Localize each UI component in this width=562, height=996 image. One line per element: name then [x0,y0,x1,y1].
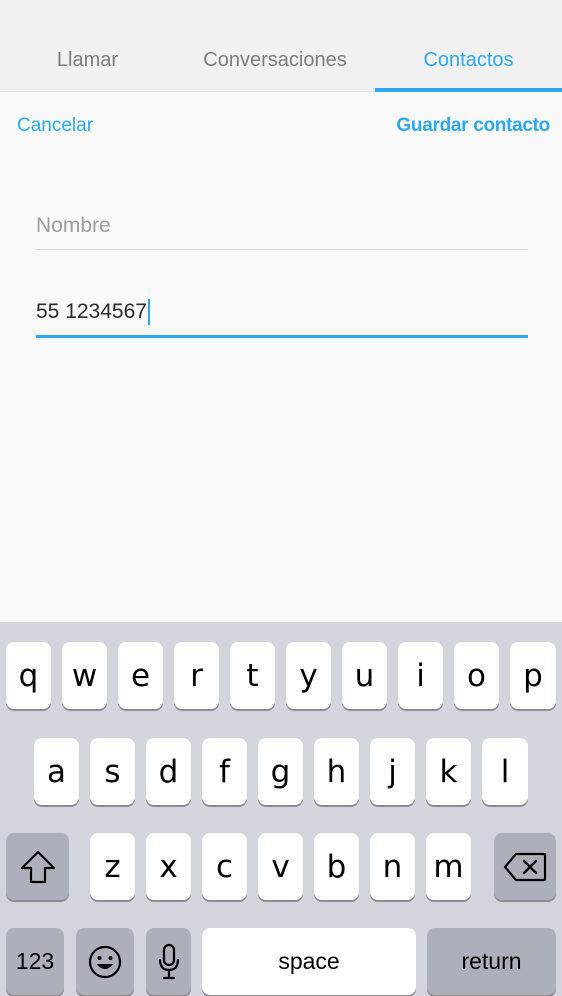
phone-value: 55 1234567 [36,300,147,323]
key-v[interactable]: v [258,833,303,900]
tab-label: Conversaciones [203,49,347,71]
shift-key[interactable] [6,833,69,900]
key-i[interactable]: i [398,642,443,709]
key-e[interactable]: e [118,642,163,709]
key-b[interactable]: b [314,833,359,900]
shift-arrow-icon [20,850,55,883]
emoji-icon [88,945,122,978]
return-key[interactable]: return [427,928,556,995]
active-tab-indicator [375,88,562,92]
key-z[interactable]: z [90,833,135,900]
text-caret [147,299,150,325]
key-l[interactable]: l [482,738,528,805]
key-x[interactable]: x [146,833,191,900]
tab-bar: Llamar Conversaciones Contactos [0,0,562,92]
numbers-key[interactable]: 123 [6,928,64,995]
microphone-icon [158,943,179,979]
phone-field[interactable]: 55 1234567 [36,292,528,332]
tab-contactos[interactable]: Contactos [375,0,562,92]
tab-label: Llamar [56,49,119,71]
key-c[interactable]: c [202,833,247,900]
key-k[interactable]: k [426,738,471,805]
name-field-underline [36,249,528,250]
dictation-key[interactable] [146,928,191,995]
keyboard: q w e r t y u i o p a s d f g h j k l z … [0,622,562,996]
key-m[interactable]: m [426,833,471,900]
key-y[interactable]: y [286,642,331,709]
name-placeholder: Nombre [36,214,111,237]
key-f[interactable]: f [202,738,247,805]
key-h[interactable]: h [314,738,359,805]
key-a[interactable]: a [34,738,79,805]
cancel-button[interactable]: Cancelar [17,115,93,137]
key-r[interactable]: r [174,642,219,709]
key-o[interactable]: o [454,642,499,709]
tab-llamar[interactable]: Llamar [0,0,175,92]
key-n[interactable]: n [370,833,415,900]
tab-conversaciones[interactable]: Conversaciones [175,0,375,92]
key-s[interactable]: s [90,738,135,805]
space-key[interactable]: space [202,928,416,995]
tab-label: Contactos [423,49,514,71]
key-q[interactable]: q [6,642,51,709]
backspace-icon [503,852,547,881]
key-j[interactable]: j [370,738,415,805]
name-field[interactable]: Nombre [36,206,528,246]
save-contact-button[interactable]: Guardar contacto [396,115,550,137]
key-t[interactable]: t [230,642,275,709]
key-d[interactable]: d [146,738,191,805]
key-p[interactable]: p [510,642,556,709]
key-w[interactable]: w [62,642,107,709]
key-g[interactable]: g [258,738,303,805]
backspace-key[interactable] [494,833,556,900]
key-u[interactable]: u [342,642,387,709]
phone-field-underline [36,335,528,338]
emoji-key[interactable] [76,928,134,995]
